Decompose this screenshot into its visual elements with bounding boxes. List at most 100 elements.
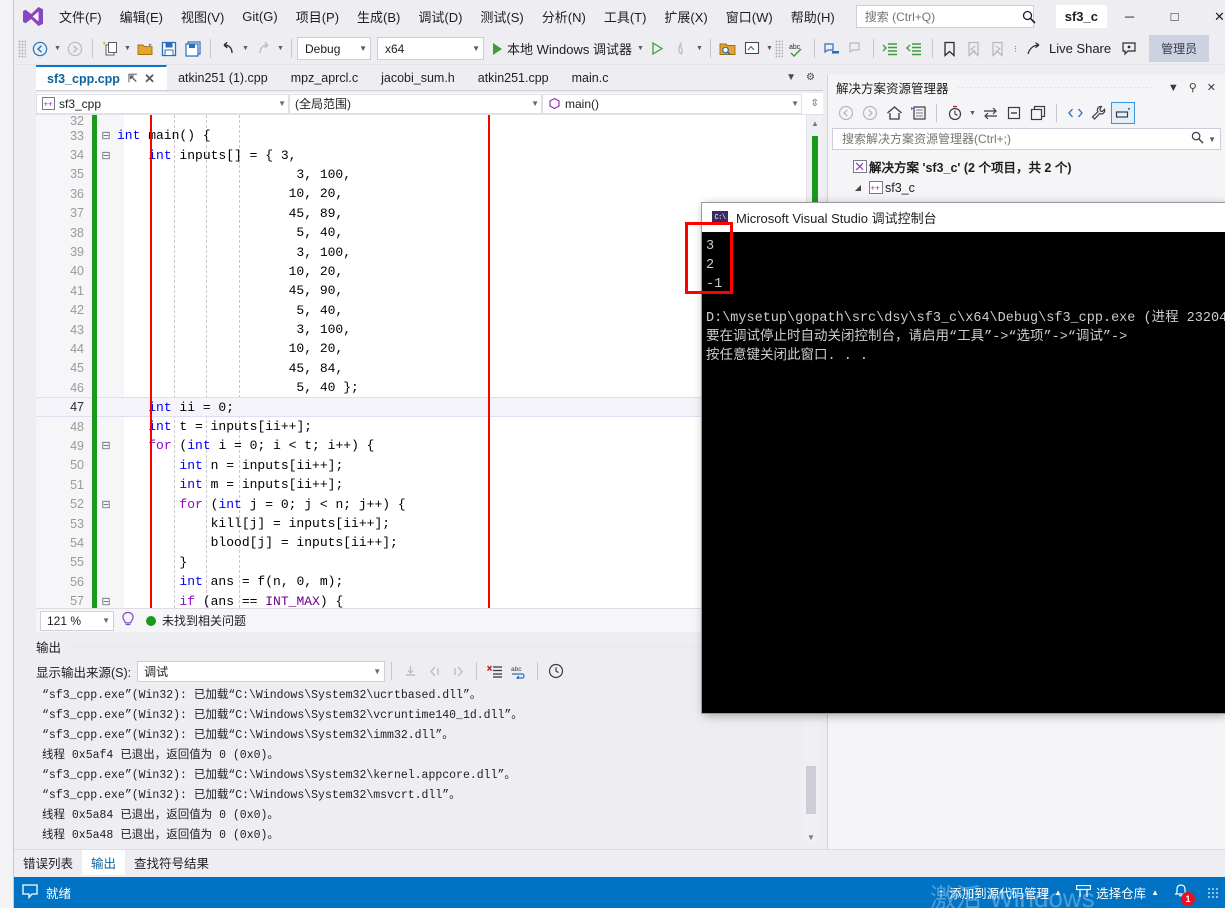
live-share-button[interactable]: Live Share xyxy=(1021,37,1117,61)
navigate-forward-icon[interactable] xyxy=(63,37,87,61)
save-file-icon[interactable] xyxy=(157,37,181,61)
type-scope-combo[interactable]: (全局范围) ▼ xyxy=(289,93,542,114)
se-view-code-icon[interactable] xyxy=(1063,102,1087,124)
start-debugging-dropdown-icon[interactable]: ▼ xyxy=(635,45,646,52)
menu-view[interactable]: 视图(V) xyxy=(172,2,233,31)
menu-file[interactable]: 文件(F) xyxy=(50,2,111,31)
output-source-combo[interactable]: 调试 ▼ xyxy=(137,660,386,682)
output-scroll-down-icon[interactable]: ▼ xyxy=(803,830,819,845)
se-preview-selected-icon[interactable] xyxy=(1111,102,1135,124)
menu-build[interactable]: 生成(B) xyxy=(348,2,409,31)
menu-analyze[interactable]: 分析(N) xyxy=(533,2,595,31)
global-search-box[interactable] xyxy=(855,5,1036,28)
se-forward-icon[interactable] xyxy=(858,102,882,124)
fold-toggle-icon[interactable]: ⊟ xyxy=(99,595,113,608)
project-scope-combo[interactable]: + + sf3_cpp ▼ xyxy=(36,93,289,114)
menu-tools[interactable]: 工具(T) xyxy=(595,2,656,31)
code-line-34[interactable]: 34 ⊟ int inputs[] = { 3, xyxy=(36,145,823,165)
panel-menu-icon[interactable]: ▼ xyxy=(1163,82,1184,94)
new-project-dropdown-icon[interactable]: ▼ xyxy=(122,45,133,52)
pin-icon[interactable]: ⇱ xyxy=(128,72,137,85)
tree-expander-1[interactable]: ◢ xyxy=(850,183,866,192)
new-project-icon[interactable] xyxy=(98,37,122,61)
toolbar-grip-2[interactable] xyxy=(774,39,783,58)
increase-indent-icon[interactable] xyxy=(879,37,903,61)
solution-explorer-dropdown-icon[interactable]: ▼ xyxy=(764,45,775,52)
intellisense-icon[interactable] xyxy=(120,611,136,630)
redo-icon[interactable] xyxy=(251,37,275,61)
start-without-debugging-icon[interactable] xyxy=(646,37,670,61)
previous-message-icon[interactable] xyxy=(422,660,446,682)
se-properties-icon[interactable] xyxy=(1087,102,1111,124)
fold-toggle-icon[interactable]: ⊟ xyxy=(99,439,113,452)
code-line-32[interactable]: 32 xyxy=(36,115,823,128)
zoom-level-combo[interactable]: 121 % ▼ xyxy=(40,610,114,631)
save-all-icon[interactable] xyxy=(181,37,205,61)
tab-find-symbol-results[interactable]: 查找符号结果 xyxy=(125,850,218,875)
comment-selection-icon[interactable] xyxy=(820,37,844,61)
show-timestamps-icon[interactable] xyxy=(544,660,568,682)
fold-toggle-icon[interactable]: ⊟ xyxy=(99,498,113,511)
output-scrollbar-thumb[interactable] xyxy=(806,766,816,814)
clear-output-icon[interactable] xyxy=(483,660,507,682)
search-options-dropdown-icon[interactable]: ▼ xyxy=(1204,135,1216,144)
menu-test[interactable]: 测试(S) xyxy=(471,2,532,31)
find-in-files-icon[interactable] xyxy=(716,37,740,61)
solution-configuration-combo[interactable]: Debug ▼ xyxy=(297,37,371,60)
debug-console-window[interactable]: C:\ Microsoft Visual Studio 调试控制台 3 2 -1 D:… xyxy=(702,203,1225,713)
panel-close-icon[interactable]: ✕ xyxy=(1202,81,1221,94)
window-resize-grip[interactable] xyxy=(1207,886,1219,899)
hot-reload-dropdown-icon[interactable]: ▼ xyxy=(694,45,705,52)
solution-explorer-toggle-icon[interactable] xyxy=(740,37,764,61)
notifications-button[interactable]: 1 xyxy=(1173,883,1195,906)
hot-reload-icon[interactable] xyxy=(670,37,694,61)
tab-jacobi-sum-h[interactable]: jacobi_sum.h xyxy=(370,65,467,90)
se-pending-dropdown-icon[interactable]: ▼ xyxy=(967,110,978,117)
close-tab-icon[interactable]: ✕ xyxy=(144,71,155,87)
console-output-area[interactable]: 3 2 -1 D:\mysetup\gopath\src\dsy\sf3_c\x64\… xyxy=(702,232,1225,713)
uncomment-selection-icon[interactable] xyxy=(844,37,868,61)
menu-debug[interactable]: 调试(D) xyxy=(409,2,471,31)
toggle-bookmark-icon[interactable] xyxy=(938,37,962,61)
close-button[interactable]: ✕ xyxy=(1197,0,1225,33)
split-view-icon[interactable]: ⇳ xyxy=(811,98,823,109)
tree-node-solution[interactable]: 解决方案 'sf3_c' (2 个项目，共 2 个) xyxy=(834,156,1225,177)
redo-dropdown-icon[interactable]: ▼ xyxy=(275,45,286,52)
se-show-all-files-icon[interactable] xyxy=(1026,102,1050,124)
code-line-33[interactable]: 33 ⊟ int main() { xyxy=(36,126,823,146)
console-title-bar[interactable]: C:\ Microsoft Visual Studio 调试控制台 xyxy=(702,203,1225,232)
tree-node-sf3-c[interactable]: ◢ ++ sf3_c xyxy=(834,177,1225,198)
next-bookmark-icon[interactable] xyxy=(986,37,1010,61)
undo-icon[interactable] xyxy=(216,37,240,61)
maximize-button[interactable]: □ xyxy=(1152,0,1197,33)
select-repository-button[interactable]: 选择仓库 ▲ xyxy=(1075,883,1159,902)
search-input[interactable] xyxy=(862,8,1022,25)
minimize-button[interactable]: ─ xyxy=(1107,0,1152,33)
tab-mpz-aprcl-c[interactable]: mpz_aprcl.c xyxy=(279,65,371,90)
tab-atkin251-cpp[interactable]: atkin251.cpp xyxy=(466,65,561,90)
se-collapse-all-icon[interactable] xyxy=(1002,102,1026,124)
bookmark-overflow-icon[interactable]: ⋮ xyxy=(1010,45,1021,53)
start-debugging-button[interactable]: 本地 Windows 调试器 xyxy=(490,37,635,61)
menu-git[interactable]: Git(G) xyxy=(233,4,286,29)
se-sync-with-active-icon[interactable] xyxy=(978,102,1002,124)
next-message-icon[interactable] xyxy=(446,660,470,682)
se-back-icon[interactable] xyxy=(834,102,858,124)
tab-main-c[interactable]: main.c xyxy=(560,65,621,90)
menu-extensions[interactable]: 扩展(X) xyxy=(655,2,716,31)
menu-project[interactable]: 项目(P) xyxy=(287,2,348,31)
fold-toggle-icon[interactable]: ⊟ xyxy=(99,129,113,142)
solution-platform-combo[interactable]: x64 ▼ xyxy=(377,37,484,60)
tab-settings-gear-icon[interactable]: ⚙ xyxy=(801,72,820,83)
solution-explorer-drag-dots[interactable] xyxy=(956,87,1155,88)
solution-explorer-search-input[interactable] xyxy=(840,131,1192,147)
panel-pin-icon[interactable]: ⚲ xyxy=(1184,81,1202,94)
add-to-source-control-button[interactable]: ↑ 添加到源代码管理 ▲ xyxy=(938,883,1062,902)
open-file-icon[interactable] xyxy=(133,37,157,61)
menu-edit[interactable]: 编辑(E) xyxy=(111,2,172,31)
member-scope-combo[interactable]: main() ▼ xyxy=(542,93,802,114)
tab-sf3-cpp-cpp[interactable]: sf3_cpp.cpp ⇱ ✕ xyxy=(36,65,168,90)
menu-help[interactable]: 帮助(H) xyxy=(782,2,844,31)
se-solution-view-icon[interactable] xyxy=(906,102,930,124)
se-pending-changes-icon[interactable] xyxy=(943,102,967,124)
